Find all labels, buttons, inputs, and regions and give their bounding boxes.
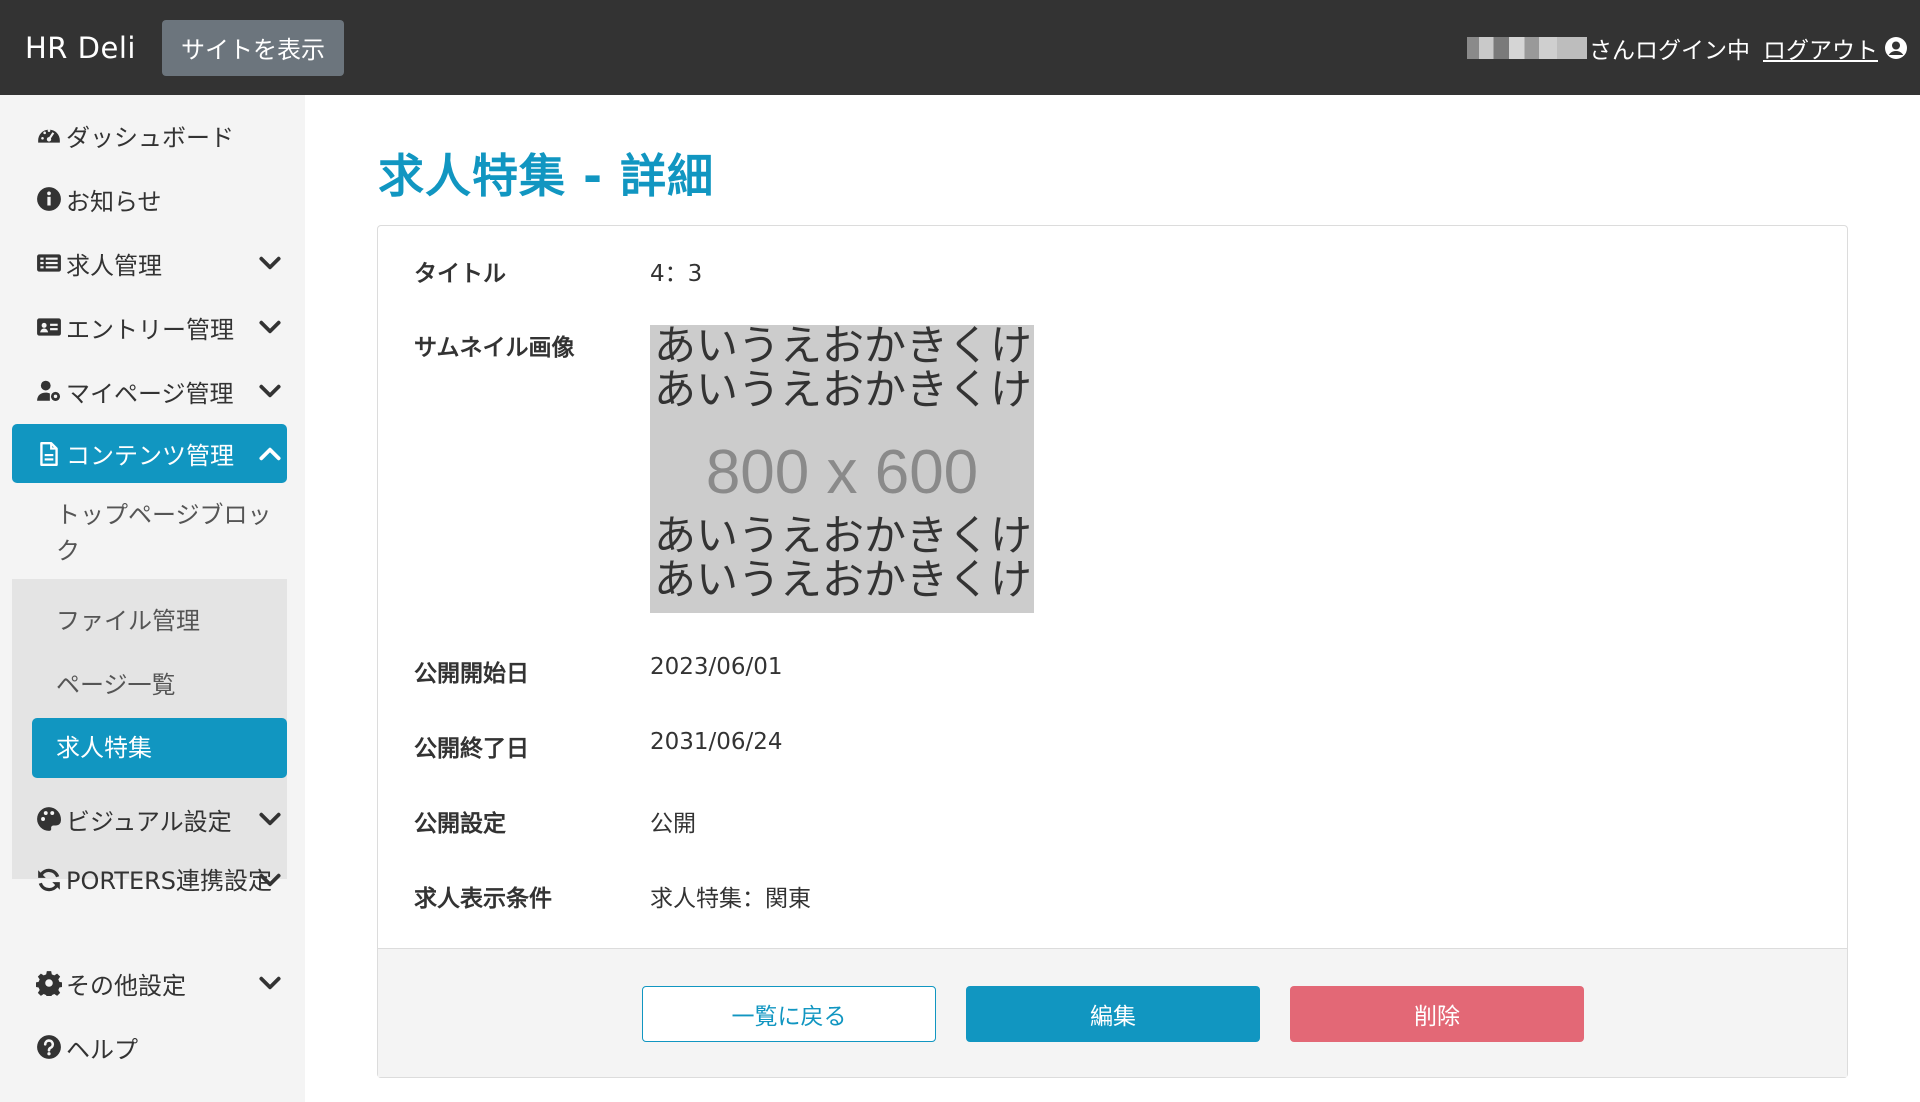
job-condition-label: 求人表示条件	[414, 886, 552, 912]
sidebar-item-label: ビジュアル設定	[66, 807, 232, 836]
chevron-down-icon[interactable]	[257, 867, 283, 893]
sidebar-item-mypage[interactable]: マイページ管理	[12, 367, 287, 415]
sidebar-item-porters[interactable]: PORTERS連携設定	[12, 857, 287, 937]
chevron-down-icon[interactable]	[257, 378, 283, 404]
sidebar: ダッシュボード お知らせ 求人管理 エントリー管理 マイページ管理 コンテンツ管…	[0, 95, 305, 1102]
sidebar-item-label: その他設定	[66, 971, 186, 1000]
thumbnail-size-text: 800 x 600	[705, 438, 979, 507]
sidebar-item-entries[interactable]: エントリー管理	[12, 303, 287, 351]
submenu-item-file-management[interactable]: ファイル管理	[32, 601, 287, 641]
sidebar-item-label: PORTERS連携設定	[66, 867, 273, 895]
id-card-icon	[37, 318, 61, 336]
submenu-item-page-list[interactable]: ページ一覧	[32, 665, 287, 705]
sidebar-item-label: コンテンツ管理	[66, 442, 234, 470]
sidebar-item-jobs[interactable]: 求人管理	[12, 239, 287, 287]
chevron-down-icon[interactable]	[257, 250, 283, 276]
end-date-label: 公開終了日	[414, 736, 529, 762]
thumbnail-image: あいうえおかきくけこさ あいうえおかきくけこさ 800 x 600 あいうえおか…	[650, 325, 1034, 613]
thumbnail-text-line: あいうえおかきくけこさ	[654, 365, 1034, 414]
user-gear-icon	[37, 380, 61, 401]
chevron-up-icon[interactable]	[257, 441, 283, 467]
top-header: HR Deli サイトを表示 さんログイン中 ログアウト	[0, 0, 1920, 95]
brand-logo[interactable]: HR Deli	[25, 31, 136, 65]
document-icon	[40, 441, 58, 466]
start-date-label: 公開開始日	[414, 661, 529, 687]
sidebar-item-notices[interactable]: お知らせ	[12, 175, 287, 223]
login-status: さんログイン中	[1589, 37, 1750, 64]
sidebar-item-label: エントリー管理	[66, 315, 234, 344]
info-icon	[37, 187, 61, 211]
sidebar-item-label: 求人管理	[66, 251, 162, 280]
thumbnail-label: サムネイル画像	[414, 335, 575, 361]
publish-setting-label: 公開設定	[414, 811, 506, 837]
logout-link[interactable]: ログアウト	[1763, 31, 1878, 65]
thumbnail-text-line: あいうえおかきくけこさ	[654, 511, 1034, 560]
sidebar-item-other-settings[interactable]: その他設定	[12, 959, 287, 1007]
sidebar-item-visual[interactable]: ビジュアル設定	[12, 795, 287, 843]
page-title: 求人特集 - 詳細	[378, 149, 715, 203]
submenu-item-job-feature[interactable]: 求人特集	[32, 718, 287, 778]
job-condition-value: 求人特集：関東	[650, 886, 811, 912]
palette-icon	[37, 807, 61, 831]
question-icon	[37, 1035, 61, 1059]
detail-card: タイトル 4：3 サムネイル画像 あいうえおかきくけこさ あいうえおかきくけこさ…	[377, 225, 1848, 1078]
sidebar-item-help[interactable]: ヘルプ	[12, 1023, 287, 1071]
list-icon	[37, 254, 61, 272]
chevron-down-icon[interactable]	[257, 970, 283, 996]
edit-button[interactable]: 編集	[966, 986, 1260, 1042]
thumbnail-text-line: あいうえおかきくけこさ	[654, 555, 1034, 604]
gear-icon	[36, 971, 62, 996]
card-footer: 一覧に戻る 編集 削除	[378, 948, 1847, 1077]
start-date-value: 2023/06/01	[650, 654, 783, 680]
sidebar-item-label: マイページ管理	[66, 379, 234, 408]
submenu-item-top-page-block[interactable]: トップページブロック	[32, 497, 287, 569]
sidebar-item-label: お知らせ	[66, 187, 162, 216]
publish-setting-value: 公開	[650, 811, 696, 837]
dashboard-icon	[38, 129, 60, 143]
delete-button[interactable]: 削除	[1290, 986, 1584, 1042]
thumbnail-text-line: あいうえおかきくけこさ	[654, 325, 1034, 370]
user-name-redacted	[1467, 36, 1587, 59]
sidebar-item-dashboard[interactable]: ダッシュボード	[12, 111, 287, 159]
sync-icon	[38, 868, 60, 892]
chevron-down-icon[interactable]	[257, 806, 283, 832]
user-circle-icon[interactable]	[1884, 36, 1908, 60]
sidebar-item-contents[interactable]: コンテンツ管理	[12, 424, 287, 483]
title-value: 4：3	[650, 261, 703, 287]
sidebar-item-label: ダッシュボード	[66, 123, 234, 152]
end-date-value: 2031/06/24	[650, 729, 783, 755]
user-area: さんログイン中 ログアウト	[1467, 0, 1908, 95]
sidebar-item-label: ヘルプ	[66, 1035, 138, 1064]
chevron-down-icon[interactable]	[257, 314, 283, 340]
title-label: タイトル	[414, 261, 506, 287]
back-to-list-button[interactable]: 一覧に戻る	[642, 986, 936, 1042]
view-site-button[interactable]: サイトを表示	[161, 19, 344, 76]
